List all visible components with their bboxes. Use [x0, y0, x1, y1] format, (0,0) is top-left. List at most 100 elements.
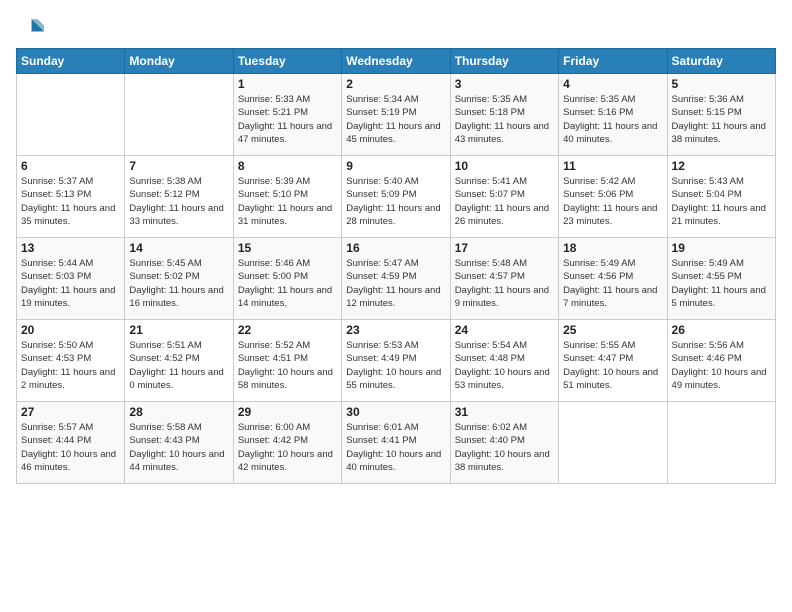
day-info: Sunrise: 5:47 AMSunset: 4:59 PMDaylight:… — [346, 257, 445, 310]
day-cell: 29 Sunrise: 6:00 AMSunset: 4:42 PMDayligh… — [233, 402, 341, 484]
day-cell: 14 Sunrise: 5:45 AMSunset: 5:02 PMDayligh… — [125, 238, 233, 320]
day-number: 26 — [672, 323, 771, 337]
day-cell: 12 Sunrise: 5:43 AMSunset: 5:04 PMDayligh… — [667, 156, 775, 238]
day-info: Sunrise: 5:41 AMSunset: 5:07 PMDaylight:… — [455, 175, 554, 228]
day-info: Sunrise: 5:54 AMSunset: 4:48 PMDaylight:… — [455, 339, 554, 392]
day-header-monday: Monday — [125, 49, 233, 74]
day-cell: 26 Sunrise: 5:56 AMSunset: 4:46 PMDayligh… — [667, 320, 775, 402]
day-cell: 19 Sunrise: 5:49 AMSunset: 4:55 PMDayligh… — [667, 238, 775, 320]
day-number: 6 — [21, 159, 120, 173]
day-info: Sunrise: 5:33 AMSunset: 5:21 PMDaylight:… — [238, 93, 337, 146]
days-of-week-row: SundayMondayTuesdayWednesdayThursdayFrid… — [17, 49, 776, 74]
day-number: 20 — [21, 323, 120, 337]
day-cell: 21 Sunrise: 5:51 AMSunset: 4:52 PMDayligh… — [125, 320, 233, 402]
day-number: 28 — [129, 405, 228, 419]
day-info: Sunrise: 5:35 AMSunset: 5:16 PMDaylight:… — [563, 93, 662, 146]
day-cell: 8 Sunrise: 5:39 AMSunset: 5:10 PMDaylight… — [233, 156, 341, 238]
day-cell: 24 Sunrise: 5:54 AMSunset: 4:48 PMDayligh… — [450, 320, 558, 402]
day-number: 29 — [238, 405, 337, 419]
day-cell: 4 Sunrise: 5:35 AMSunset: 5:16 PMDaylight… — [559, 74, 667, 156]
day-number: 27 — [21, 405, 120, 419]
day-cell: 13 Sunrise: 5:44 AMSunset: 5:03 PMDayligh… — [17, 238, 125, 320]
day-info: Sunrise: 5:53 AMSunset: 4:49 PMDaylight:… — [346, 339, 445, 392]
day-cell — [559, 402, 667, 484]
day-number: 12 — [672, 159, 771, 173]
day-info: Sunrise: 5:58 AMSunset: 4:43 PMDaylight:… — [129, 421, 228, 474]
day-info: Sunrise: 5:44 AMSunset: 5:03 PMDaylight:… — [21, 257, 120, 310]
week-row-2: 6Sunrise: 5:37 AMSunset: 5:13 PMDaylight… — [17, 156, 776, 238]
calendar-table: SundayMondayTuesdayWednesdayThursdayFrid… — [16, 48, 776, 484]
day-info: Sunrise: 5:46 AMSunset: 5:00 PMDaylight:… — [238, 257, 337, 310]
day-number: 25 — [563, 323, 662, 337]
week-row-4: 20 Sunrise: 5:50 AMSunset: 4:53 PMDayligh… — [17, 320, 776, 402]
day-number: 17 — [455, 241, 554, 255]
day-info: Sunrise: 5:56 AMSunset: 4:46 PMDaylight:… — [672, 339, 771, 392]
day-info: Sunrise: 5:42 AMSunset: 5:06 PMDaylight:… — [563, 175, 662, 228]
day-number: 7 — [129, 159, 228, 173]
day-info: Sunrise: 5:38 AMSunset: 5:12 PMDaylight:… — [129, 175, 228, 228]
day-header-tuesday: Tuesday — [233, 49, 341, 74]
logo-icon — [16, 16, 44, 44]
day-cell: 15 Sunrise: 5:46 AMSunset: 5:00 PMDayligh… — [233, 238, 341, 320]
day-number: 19 — [672, 241, 771, 255]
day-header-thursday: Thursday — [450, 49, 558, 74]
day-cell: 2 Sunrise: 5:34 AMSunset: 5:19 PMDaylight… — [342, 74, 450, 156]
day-number: 1 — [238, 77, 337, 91]
day-number: 9 — [346, 159, 445, 173]
day-info: Sunrise: 5:49 AMSunset: 4:56 PMDaylight:… — [563, 257, 662, 310]
day-info: Sunrise: 5:51 AMSunset: 4:52 PMDaylight:… — [129, 339, 228, 392]
week-row-5: 27 Sunrise: 5:57 AMSunset: 4:44 PMDayligh… — [17, 402, 776, 484]
day-info: Sunrise: 5:49 AMSunset: 4:55 PMDaylight:… — [672, 257, 771, 310]
day-number: 23 — [346, 323, 445, 337]
day-info: Sunrise: 5:45 AMSunset: 5:02 PMDaylight:… — [129, 257, 228, 310]
day-cell — [667, 402, 775, 484]
day-cell: 17 Sunrise: 5:48 AMSunset: 4:57 PMDayligh… — [450, 238, 558, 320]
day-number: 24 — [455, 323, 554, 337]
day-number: 8 — [238, 159, 337, 173]
day-cell: 7 Sunrise: 5:38 AMSunset: 5:12 PMDaylight… — [125, 156, 233, 238]
day-info: Sunrise: 5:50 AMSunset: 4:53 PMDaylight:… — [21, 339, 120, 392]
day-number: 15 — [238, 241, 337, 255]
day-cell: 20 Sunrise: 5:50 AMSunset: 4:53 PMDayligh… — [17, 320, 125, 402]
day-number: 21 — [129, 323, 228, 337]
day-cell: 6Sunrise: 5:37 AMSunset: 5:13 PMDaylight… — [17, 156, 125, 238]
day-info: Sunrise: 5:55 AMSunset: 4:47 PMDaylight:… — [563, 339, 662, 392]
day-number: 13 — [21, 241, 120, 255]
day-cell: 10 Sunrise: 5:41 AMSunset: 5:07 PMDayligh… — [450, 156, 558, 238]
day-cell: 5Sunrise: 5:36 AMSunset: 5:15 PMDaylight… — [667, 74, 775, 156]
day-number: 30 — [346, 405, 445, 419]
day-number: 3 — [455, 77, 554, 91]
day-cell: 16 Sunrise: 5:47 AMSunset: 4:59 PMDayligh… — [342, 238, 450, 320]
day-number: 11 — [563, 159, 662, 173]
day-number: 2 — [346, 77, 445, 91]
day-cell: 31 Sunrise: 6:02 AMSunset: 4:40 PMDayligh… — [450, 402, 558, 484]
day-info: Sunrise: 5:48 AMSunset: 4:57 PMDaylight:… — [455, 257, 554, 310]
logo — [16, 16, 48, 44]
day-cell: 27 Sunrise: 5:57 AMSunset: 4:44 PMDayligh… — [17, 402, 125, 484]
day-header-wednesday: Wednesday — [342, 49, 450, 74]
day-info: Sunrise: 6:02 AMSunset: 4:40 PMDaylight:… — [455, 421, 554, 474]
day-cell: 30Sunrise: 6:01 AMSunset: 4:41 PMDayligh… — [342, 402, 450, 484]
day-info: Sunrise: 5:40 AMSunset: 5:09 PMDaylight:… — [346, 175, 445, 228]
day-number: 14 — [129, 241, 228, 255]
day-cell: 28 Sunrise: 5:58 AMSunset: 4:43 PMDayligh… — [125, 402, 233, 484]
day-info: Sunrise: 6:00 AMSunset: 4:42 PMDaylight:… — [238, 421, 337, 474]
day-cell: 25 Sunrise: 5:55 AMSunset: 4:47 PMDayligh… — [559, 320, 667, 402]
day-number: 31 — [455, 405, 554, 419]
day-number: 10 — [455, 159, 554, 173]
day-number: 4 — [563, 77, 662, 91]
day-info: Sunrise: 5:39 AMSunset: 5:10 PMDaylight:… — [238, 175, 337, 228]
day-number: 16 — [346, 241, 445, 255]
day-number: 18 — [563, 241, 662, 255]
week-row-1: 1 Sunrise: 5:33 AMSunset: 5:21 PMDaylight… — [17, 74, 776, 156]
day-info: Sunrise: 5:36 AMSunset: 5:15 PMDaylight:… — [672, 93, 771, 146]
day-info: Sunrise: 5:34 AMSunset: 5:19 PMDaylight:… — [346, 93, 445, 146]
day-cell: 3 Sunrise: 5:35 AMSunset: 5:18 PMDaylight… — [450, 74, 558, 156]
day-info: Sunrise: 5:43 AMSunset: 5:04 PMDaylight:… — [672, 175, 771, 228]
day-info: Sunrise: 5:35 AMSunset: 5:18 PMDaylight:… — [455, 93, 554, 146]
day-number: 22 — [238, 323, 337, 337]
calendar-header: SundayMondayTuesdayWednesdayThursdayFrid… — [17, 49, 776, 74]
day-cell: 18 Sunrise: 5:49 AMSunset: 4:56 PMDayligh… — [559, 238, 667, 320]
day-info: Sunrise: 5:57 AMSunset: 4:44 PMDaylight:… — [21, 421, 120, 474]
day-cell — [125, 74, 233, 156]
